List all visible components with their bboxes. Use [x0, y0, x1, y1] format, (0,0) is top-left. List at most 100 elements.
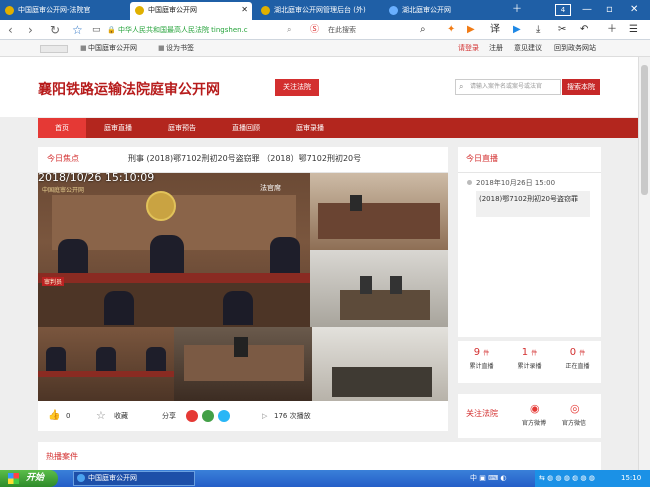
close-window-icon[interactable]: ✕: [630, 3, 638, 17]
taskbar-browser-item[interactable]: 中国庭审公开网: [73, 471, 195, 486]
court-emblem: [146, 191, 176, 221]
url-field[interactable]: 🔒 中华人民共和国最高人民法院 tingshen.c: [107, 23, 413, 37]
search-icon[interactable]: ⌕: [287, 23, 291, 37]
menu-live[interactable]: 庭审直播: [90, 118, 146, 138]
bookmark-icon: ■: [158, 44, 165, 52]
restore-icon[interactable]: ▫: [606, 3, 613, 17]
like-count: 0: [66, 412, 71, 420]
tray-icons[interactable]: ⇆ ◍ ◍ ◍ ◍ ◍ ◍: [539, 470, 595, 487]
gov-site-link[interactable]: 回到政务网站: [554, 40, 596, 57]
bench-lower: [38, 283, 310, 327]
hot-cases-panel: 热播案件: [38, 442, 601, 470]
menu-home[interactable]: 首页: [38, 118, 86, 138]
clerk-figure: [104, 291, 134, 325]
weibo-icon[interactable]: ◉: [530, 402, 540, 415]
tab-count-badge[interactable]: 4: [555, 4, 571, 16]
trial-video-player[interactable]: 审判员 中国庭审公开网 法官席 2018/10/26 15:10:09: [38, 173, 448, 401]
search-go-icon[interactable]: ⌕: [420, 23, 426, 37]
download-icon[interactable]: ⤓: [536, 23, 540, 37]
stat-unit: 件: [531, 350, 538, 357]
translate-icon[interactable]: 译: [490, 23, 500, 37]
scrollbar-thumb[interactable]: [641, 65, 648, 195]
star-icon[interactable]: ☆: [96, 401, 106, 431]
stat-total-live: 9 件 累计直播: [458, 347, 505, 370]
video-icon[interactable]: ▶: [467, 23, 475, 37]
page-scrollbar[interactable]: [638, 57, 650, 470]
task-label: 中国庭审公开网: [88, 474, 137, 482]
case-search-input[interactable]: ⌕ 请输入案件名或案号或法官: [455, 79, 561, 95]
refresh-icon[interactable]: ↻: [50, 22, 60, 38]
fav-item[interactable]: 设为书签: [166, 40, 194, 57]
start-label: 开始: [26, 473, 45, 483]
like-icon[interactable]: 👍: [48, 401, 60, 431]
clock[interactable]: 15:10: [621, 470, 641, 487]
stat-label: 正在直播: [565, 363, 590, 370]
timeline-dot: [467, 180, 472, 185]
live-case-card[interactable]: (2018)鄂7102刑初20号盗窃罪: [476, 191, 590, 217]
search-placeholder: 请输入案件名或案号或法官: [470, 83, 543, 90]
wechat-share-icon[interactable]: [202, 410, 214, 422]
person-figure: [390, 276, 402, 294]
favicon-dot-icon: ■: [80, 44, 87, 52]
focus-header: 今日焦点 刑事 (2018)鄂7102刑初20号盗窃罪 （2018）鄂7102刑…: [38, 147, 448, 173]
wechat-label[interactable]: 官方微信: [560, 418, 588, 427]
shortcut-pill[interactable]: [40, 45, 68, 53]
favorite-label[interactable]: 收藏: [114, 401, 128, 431]
register-link[interactable]: 注册: [489, 40, 503, 57]
fav-item[interactable]: 中国庭审公开网: [88, 40, 137, 57]
stat-now-live: 0 件 正在直播: [554, 347, 601, 370]
url-text: 中华人民共和国最高人民法院 tingshen.c: [117, 26, 248, 34]
qq-share-icon[interactable]: [218, 410, 230, 422]
stat-unit: 件: [579, 350, 586, 357]
menu-recorded[interactable]: 庭审录播: [282, 118, 338, 138]
close-tab-icon[interactable]: ✕: [241, 2, 248, 18]
new-tab-icon[interactable]: ＋: [512, 3, 522, 17]
browser-tab-2[interactable]: 中国庭审公开网 ✕: [130, 2, 252, 20]
share-label: 分享: [162, 412, 176, 420]
minimize-icon[interactable]: —: [582, 3, 592, 17]
address-toolbar: ‹ › ↻ ☆ ▭ 🔒 中华人民共和国最高人民法院 tingshen.c ⌕ Ⓢ…: [0, 20, 650, 40]
undo-icon[interactable]: ↶: [580, 23, 588, 37]
game-icon[interactable]: ✦: [447, 23, 455, 37]
menu-preview[interactable]: 庭审预告: [154, 118, 210, 138]
bench-front: [38, 273, 310, 283]
ime-indicator[interactable]: 中 ▣ ⌨ ◐: [470, 470, 507, 487]
system-tray: ⇆ ◍ ◍ ◍ ◍ ◍ ◍ 15:10: [535, 470, 650, 487]
add-icon[interactable]: ＋: [607, 23, 617, 37]
browser-tab-4[interactable]: 湖北庭审公开网: [384, 2, 494, 20]
weibo-share-icon[interactable]: [186, 410, 198, 422]
follow-court-button[interactable]: 关注法院: [275, 79, 319, 96]
court-favicon: [261, 6, 270, 15]
hot-cases-title: 热播案件: [46, 452, 78, 461]
weibo-label[interactable]: 官方微博: [520, 418, 548, 427]
stat-unit: 件: [483, 350, 490, 357]
focus-case-title[interactable]: 刑事 (2018)鄂7102刑初20号盗窃罪 （2018）鄂7102刑初20号: [128, 153, 361, 164]
clerk-figure: [223, 291, 253, 325]
cut-icon[interactable]: ✂: [558, 23, 566, 37]
feedback-link[interactable]: 意见建议: [514, 40, 542, 57]
wechat-icon[interactable]: ◎: [570, 402, 580, 415]
camera-view-3: [310, 250, 448, 327]
main-camera-view: 审判员 中国庭审公开网 法官席 2018/10/26 15:10:09: [38, 173, 310, 327]
start-button[interactable]: 开始: [0, 470, 58, 487]
browser-tab-3[interactable]: 湖北庭审公开网管理后台 (外): [256, 2, 380, 20]
tab-label: 湖北庭审公开网管理后台 (外): [274, 6, 366, 14]
back-icon[interactable]: ‹: [8, 22, 13, 38]
favorite-star-icon[interactable]: ☆: [72, 22, 83, 38]
play-icon[interactable]: ▶: [513, 23, 521, 37]
forward-icon[interactable]: ›: [28, 22, 33, 38]
stat-value: 1: [521, 347, 529, 358]
site-title: 襄阳铁路运输法院庭审公开网: [38, 82, 220, 98]
court-favicon: [135, 6, 144, 15]
search-court-button[interactable]: 搜索本院: [562, 79, 600, 95]
web-page: 襄阳铁路运输法院庭审公开网 关注法院 ⌕ 请输入案件名或案号或法官 搜索本院 首…: [0, 57, 638, 470]
login-link[interactable]: 请登录: [458, 40, 479, 57]
bench-front: [38, 371, 174, 377]
browser-tab-1[interactable]: 中国庭审公开网-法院官: [0, 2, 128, 20]
divider: [458, 172, 601, 173]
search-engine-icon[interactable]: Ⓢ: [310, 23, 319, 37]
tab-label: 中国庭审公开网-法院官: [18, 6, 91, 14]
menu-review[interactable]: 直播回顾: [218, 118, 274, 138]
menu-icon[interactable]: ☰: [629, 23, 638, 37]
search-box[interactable]: 在此搜索: [328, 23, 356, 37]
